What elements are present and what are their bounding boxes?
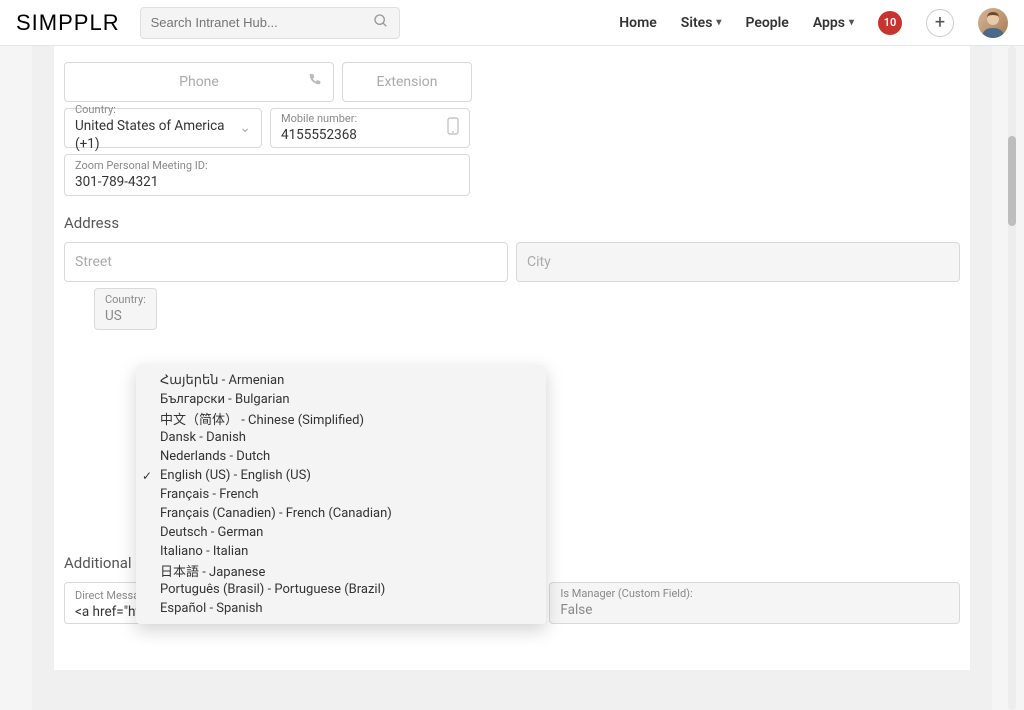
language-option-label: Հայերեն - Armenian [160, 373, 284, 388]
language-option[interactable]: Nederlands - Dutch [136, 447, 546, 466]
language-option-label: 中文（简体） - Chinese (Simplified) [160, 409, 364, 428]
language-option[interactable]: Dansk - Danish [136, 428, 546, 447]
is-manager-field: Is Manager (Custom Field): False [549, 582, 960, 624]
language-option-label: 日本語 - Japanese [160, 561, 265, 580]
city-placeholder: City [527, 254, 949, 270]
extension-placeholder: Extension [377, 74, 438, 90]
language-option[interactable]: Български - Bulgarian [136, 390, 546, 409]
add-button[interactable]: + [926, 9, 954, 37]
scrollbar-thumb[interactable] [1008, 136, 1016, 226]
language-option[interactable]: Deutsch - German [136, 523, 546, 542]
language-option[interactable]: Français (Canadien) - French (Canadian) [136, 504, 546, 523]
main-nav: Home Sites▾ People Apps▾ 10 + [619, 8, 1008, 38]
address-country-value: US [105, 307, 146, 325]
language-option[interactable]: Español - Spanish [136, 599, 546, 618]
zoom-label: Zoom Personal Meeting ID: [75, 159, 459, 173]
chevron-down-icon: ▾ [716, 17, 721, 28]
avatar[interactable] [978, 8, 1008, 38]
search-icon [373, 13, 389, 33]
logo[interactable]: SIMPPLR [16, 10, 120, 36]
language-option[interactable]: Português (Brasil) - Portuguese (Brazil) [136, 580, 546, 599]
phone-icon [307, 72, 323, 92]
top-bar: SIMPPLR Home Sites▾ People Apps▾ 10 + [0, 0, 1024, 46]
language-option[interactable]: Français - French [136, 485, 546, 504]
phone-field[interactable]: Phone [64, 62, 334, 102]
nav-apps-label: Apps [813, 15, 845, 31]
language-option-label: Dansk - Danish [160, 430, 246, 445]
notification-count: 10 [884, 16, 897, 29]
address-country-field: Country: US [94, 288, 157, 330]
logo-text: SIMPPLR [16, 10, 120, 36]
language-option-label: Deutsch - German [160, 525, 263, 540]
zoom-value: 301-789-4321 [75, 173, 459, 191]
address-section-title: Address [64, 214, 970, 232]
chevron-down-icon: ▾ [849, 17, 854, 28]
nav-people-label: People [745, 15, 788, 31]
phone-country-select[interactable]: Country: United States of America (+1) ⌄ [64, 108, 262, 148]
phone-country-label: Country: [75, 103, 251, 117]
language-option[interactable]: Italiano - Italian [136, 542, 546, 561]
phone-country-value: United States of America (+1) [75, 117, 251, 153]
mobile-number-field[interactable]: Mobile number: 4155552368 [270, 108, 470, 148]
language-dropdown[interactable]: Հայերեն - Armenian Български - Bulgarian 中… [136, 365, 546, 624]
language-option[interactable]: Հայերեն - Armenian [136, 371, 546, 390]
address-country-label: Country: [105, 293, 146, 307]
language-option[interactable]: ✓ English (US) - English (US) [136, 466, 546, 485]
check-icon: ✓ [142, 469, 152, 483]
street-placeholder: Street [75, 254, 497, 270]
language-option-label: Français - French [160, 487, 259, 502]
extension-field[interactable]: Extension [342, 62, 472, 102]
language-option[interactable]: 中文（简体） - Chinese (Simplified) [136, 409, 546, 428]
language-option-label: Español - Spanish [160, 601, 263, 616]
language-option[interactable]: 日本語 - Japanese [136, 561, 546, 580]
language-option-label: Nederlands - Dutch [160, 449, 270, 464]
nav-home-label: Home [619, 15, 657, 31]
content-area: Phone Extension Country: United States o… [32, 46, 992, 710]
nav-people[interactable]: People [745, 15, 788, 31]
mobile-icon [447, 117, 459, 139]
language-option-label: Português (Brasil) - Portuguese (Brazil) [160, 582, 385, 597]
mobile-label: Mobile number: [281, 112, 459, 126]
form-card: Phone Extension Country: United States o… [54, 46, 970, 670]
street-field[interactable]: Street [64, 242, 508, 282]
search-input[interactable] [151, 15, 351, 30]
phone-placeholder: Phone [179, 74, 219, 90]
notification-badge[interactable]: 10 [878, 11, 902, 35]
nav-sites[interactable]: Sites▾ [681, 15, 722, 31]
language-option-label: Български - Bulgarian [160, 392, 290, 407]
nav-home[interactable]: Home [619, 15, 657, 31]
mobile-value: 4155552368 [281, 126, 459, 144]
language-option-label: Français (Canadien) - French (Canadian) [160, 506, 392, 521]
mgr-label: Is Manager (Custom Field): [560, 587, 949, 601]
plus-icon: + [935, 12, 945, 33]
language-option-label: Italiano - Italian [160, 544, 248, 559]
nav-sites-label: Sites [681, 15, 713, 31]
nav-apps[interactable]: Apps ▾ [813, 15, 854, 31]
mgr-value: False [560, 601, 949, 619]
language-option-label: English (US) - English (US) [160, 468, 311, 483]
zoom-meeting-field[interactable]: Zoom Personal Meeting ID: 301-789-4321 [64, 154, 470, 196]
city-field: City [516, 242, 960, 282]
chevron-down-icon: ⌄ [239, 120, 251, 136]
search-box[interactable] [140, 7, 400, 39]
